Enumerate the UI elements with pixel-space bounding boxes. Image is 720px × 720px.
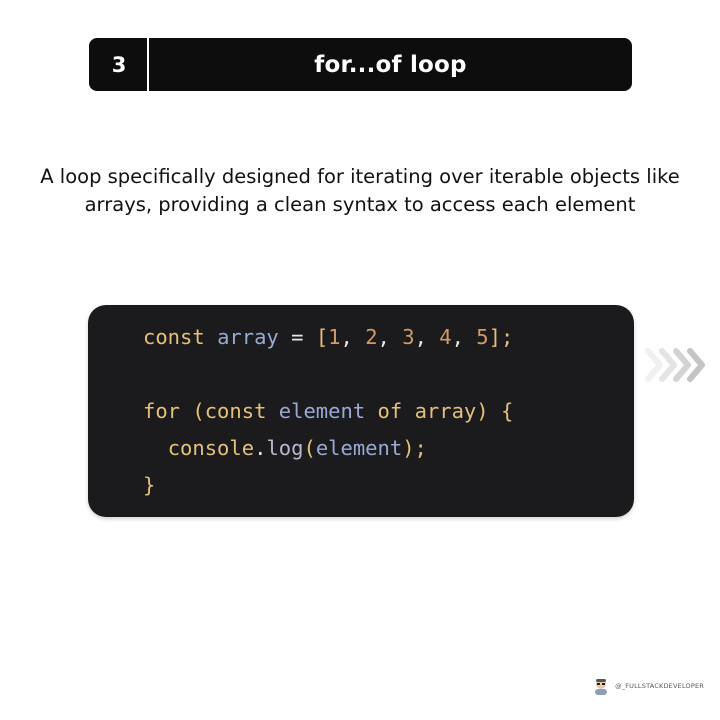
code-token: ): [476, 399, 489, 423]
code-token: (: [192, 399, 205, 423]
code-token: 5: [476, 325, 489, 349]
code-token: for: [143, 399, 181, 423]
code-token: 3: [402, 325, 415, 349]
slide-number: 3: [111, 52, 127, 77]
code-token: element: [315, 436, 403, 460]
code-token: ,: [451, 325, 464, 349]
code-block: const array = [1, 2, 3, 4, 5]; for (cons…: [88, 305, 634, 517]
code-text: const array = [1, 2, 3, 4, 5]; for (cons…: [143, 319, 513, 504]
code-token: element: [278, 399, 366, 423]
next-arrows-icon[interactable]: [640, 345, 710, 385]
footer: @_FULLSTACKDEVELOPER: [591, 676, 704, 696]
code-token: }: [143, 473, 156, 497]
code-token: ];: [488, 325, 514, 349]
code-token: =: [291, 325, 304, 349]
code-token: );: [402, 436, 427, 460]
code-token: 4: [439, 325, 452, 349]
code-token: console: [167, 436, 255, 460]
developer-avatar-icon: [595, 679, 608, 695]
description-line-1: A loop specifically designed for iterati…: [40, 165, 680, 188]
page-title: for...of loop: [314, 51, 467, 78]
code-token: {: [500, 399, 514, 423]
description-line-2: arrays, providing a clean syntax to acce…: [84, 193, 636, 216]
code-token: log: [266, 436, 304, 460]
author-handle: @_FULLSTACKDEVELOPER: [615, 682, 704, 690]
code-token: [: [315, 325, 329, 349]
code-token: of: [377, 399, 403, 423]
code-token: array: [217, 325, 279, 349]
code-token: 2: [365, 325, 378, 349]
header-bar: 3 for...of loop: [89, 38, 632, 91]
code-token: ,: [414, 325, 427, 349]
code-token: (: [303, 436, 316, 460]
description: A loop specifically designed for iterati…: [0, 163, 720, 219]
code-token: .: [254, 436, 267, 460]
code-token: 1: [328, 325, 341, 349]
code-token: array: [414, 399, 477, 423]
code-token: ,: [340, 325, 353, 349]
code-token: ,: [377, 325, 390, 349]
code-token: const: [143, 325, 205, 349]
code-token: const: [204, 399, 267, 423]
